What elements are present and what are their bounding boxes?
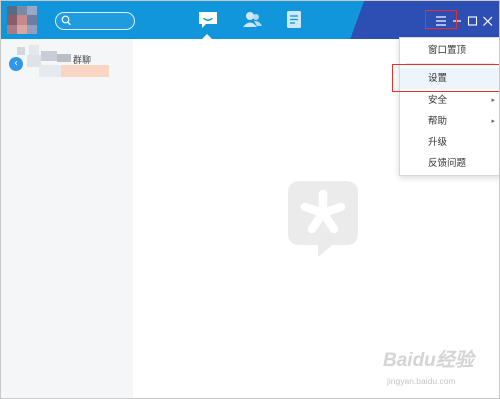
title-bar [1,1,499,39]
search-input[interactable] [55,12,135,30]
list-item[interactable]: ‹ 群聊 [1,45,133,77]
menu-item-pin-window[interactable]: 窗口置顶 [400,40,499,61]
watermark-logo: Baidu经验 [383,350,474,371]
message-icon[interactable] [197,10,219,30]
main-menu-dropdown: 窗口置顶 设置 安全 ▸ 帮助 ▸ 升级 反馈问题 [399,37,499,176]
submenu-arrow-icon: ▸ [491,96,495,104]
menu-item-upgrade[interactable]: 升级 [400,132,499,153]
close-icon[interactable] [481,13,495,27]
conversation-list: ‹ 群聊 [1,39,133,398]
avatar-mosaic [17,47,25,55]
app-window: ‹ 群聊 窗口置顶 设置 安全 ▸ 帮助 ▸ 升级 反馈问题 Baidu经验 j… [0,0,500,399]
menu-item-security[interactable]: 安全 ▸ [400,90,499,111]
settings-highlight-box [392,64,499,92]
watermark-url: jingyan.baidu.com [387,376,456,386]
submenu-arrow-icon: ▸ [491,117,495,125]
chat-name: 群聊 [73,56,92,66]
workbench-icon[interactable] [283,10,305,30]
menu-item-help[interactable]: 帮助 ▸ [400,111,499,132]
maximize-icon[interactable] [466,13,480,27]
menu-button-highlight [425,10,457,29]
contacts-icon[interactable] [241,10,263,30]
watermark: Baidu经验 jingyan.baidu.com [383,345,493,393]
menu-item-feedback[interactable]: 反馈问题 [400,153,499,174]
back-arrow-icon: ‹ [14,58,18,69]
group-chat-avatar: ‹ [9,57,23,71]
app-logo-icon [288,181,358,257]
search-icon [61,15,71,26]
user-avatar[interactable] [7,6,37,34]
name-mosaic [61,65,109,77]
